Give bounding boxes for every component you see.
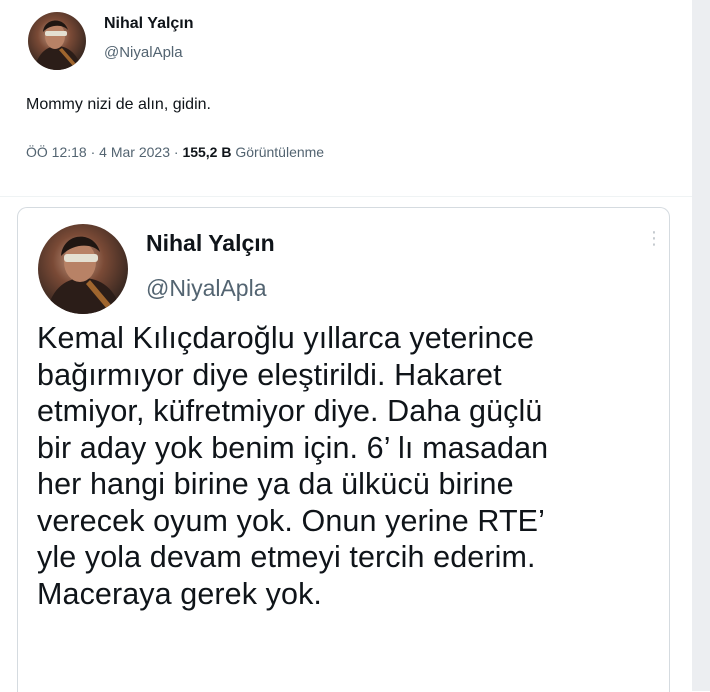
author-name[interactable]: Nihal Yalçın [104,15,194,33]
tweet-text: Kemal Kılıçdaroğlu yıllarca yeterince ba… [37,320,662,612]
avatar-image [34,20,82,70]
tweet-time[interactable]: ÖÖ 12:18 [26,144,87,160]
author-handle[interactable]: @NiyalApla [146,275,267,302]
tweet-text-line: etmiyor, küfretmiyor diye. Daha güçlü [37,394,543,428]
author-handle[interactable]: @NiyalApla [104,44,183,61]
quoted-tweet[interactable]: Nihal Yalçın @NiyalApla ⋮ Kemal Kılıçdar… [17,207,670,692]
author-name[interactable]: Nihal Yalçın [146,230,275,257]
tweet-text-line: Maceraya gerek yok. [37,576,322,611]
divider [0,196,692,197]
tweet-text-line: verecek oyum yok. Onun yerine RTE’ [37,503,545,538]
views-count[interactable]: 155,2 B [182,144,231,160]
outer-tweet[interactable]: Nihal Yalçın @NiyalApla Mommy nizi de al… [0,0,692,200]
tweet-text: Mommy nizi de alın, gidin. [26,96,211,113]
avatar[interactable] [38,224,128,314]
scrollbar-track[interactable] [692,0,710,691]
tweet-text-line: yle yola devam etmeyi tercih ederim. [37,540,536,574]
meta-separator: · [90,144,96,160]
tweet-meta: ÖÖ 12:18 · 4 Mar 2023 · 155,2 B Görüntül… [26,144,324,160]
avatar-image [46,236,122,314]
tweet-text-line: her hangi birine ya da ülkücü birine [37,467,514,501]
tweet-text-line: bağırmıyor diye eleştirildi. Hakaret [37,357,502,392]
tweet-date[interactable]: 4 Mar 2023 [99,144,170,160]
tweet-text-line: bir aday yok benim için. 6’ lı masadan [37,430,549,465]
avatar[interactable] [28,12,86,70]
more-vertical-icon[interactable]: ⋮ [645,229,663,258]
views-label: Görüntülenme [235,144,325,160]
tweet-text-line: Kemal Kılıçdaroğlu yıllarca yeterince [37,321,535,355]
meta-separator: · [173,144,179,160]
